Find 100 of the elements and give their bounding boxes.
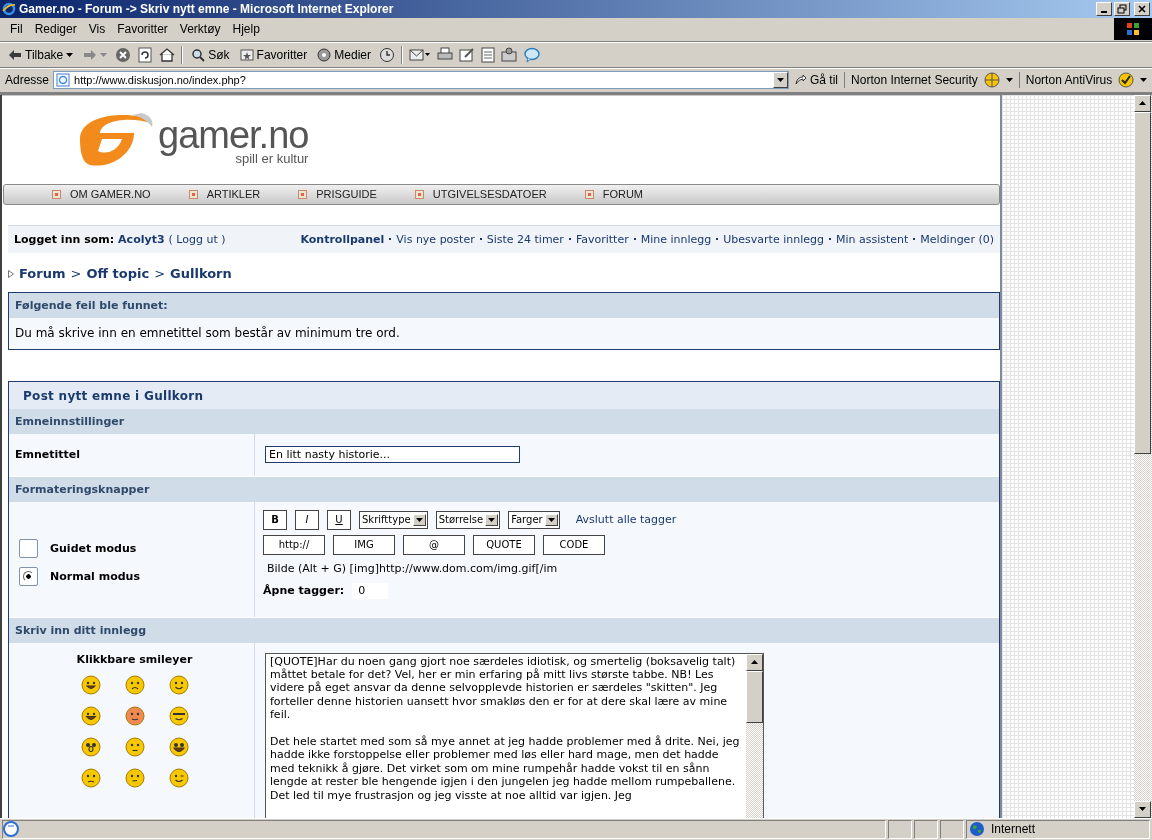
nav-link[interactable]: PRISGUIDE [298,188,415,201]
scroll-thumb[interactable] [746,670,763,723]
menu-item[interactable]: Verktøy [173,22,227,37]
username-link[interactable]: Acolyt3 [118,232,165,246]
smiley-icon[interactable] [168,674,189,695]
window-title: Gamer.no - Forum -> Skriv nytt emne - Microsoft Internet Explorer [19,1,394,16]
open-tags-label: Åpne tagger: [263,584,345,598]
smiley-icon[interactable] [80,767,101,788]
menu-item[interactable]: Vis [82,22,112,37]
search-button[interactable]: Søk [189,48,232,63]
menu-item[interactable]: Favoritter [111,22,174,37]
smiley-icon[interactable] [124,674,145,695]
tag-button[interactable]: QUOTE [473,534,535,555]
refresh-icon[interactable] [137,47,154,64]
breadcrumb-link[interactable]: Off topic [86,266,150,282]
media-button[interactable]: Medier [315,48,373,63]
close-icon [1137,3,1147,14]
smiley-icon[interactable] [80,674,101,695]
dot-separator [479,238,482,241]
maximize-button[interactable] [1114,1,1130,16]
smiley-icon[interactable] [124,767,145,788]
tag-button[interactable]: http:// [263,534,325,555]
nav-link[interactable]: ARTIKLER [188,188,299,201]
scroll-thumb[interactable] [1134,111,1151,454]
status-pane [914,819,938,839]
messenger-icon[interactable] [522,47,541,64]
tag-button[interactable]: CODE [543,534,605,555]
back-arrow-icon [8,49,22,62]
page-icon [56,73,71,88]
scrollbar[interactable] [1134,94,1152,818]
scroll-down-button[interactable] [1134,800,1151,818]
history-icon[interactable] [378,47,395,64]
menu-item[interactable]: Rediger [28,22,83,37]
section-header: Emneinnstillinger [9,408,999,434]
open-tags-field: 0 [352,582,389,599]
smiley-icon[interactable] [80,705,101,726]
stop-icon[interactable] [115,47,132,64]
logout-link[interactable]: ( Logg ut ) [168,232,226,246]
breadcrumb-separator: > [154,266,166,282]
document-icon[interactable] [480,47,495,64]
mode-radio[interactable] [19,566,38,586]
minimize-icon [1101,10,1107,13]
menu-item[interactable]: Fil [4,22,29,37]
nav-link[interactable]: UTGIVELSESDATOER [414,188,585,201]
format-dropdown[interactable]: Skrifttype [359,510,428,529]
home-icon[interactable] [159,47,176,64]
smiley-icon[interactable] [168,736,189,757]
scrollbar[interactable] [746,653,763,818]
norton-security-button[interactable]: Norton Internet Security [844,72,1015,89]
close-button[interactable] [1134,1,1150,16]
dot-separator [828,238,831,241]
tag-button[interactable]: IMG [333,534,395,555]
format-button[interactable]: U [327,509,351,530]
format-button[interactable]: B [263,509,287,530]
smiley-icon[interactable] [80,736,101,757]
dropdown-button[interactable] [773,72,789,89]
go-button[interactable]: Gå til [793,73,841,88]
nav-link[interactable]: FORUM [584,188,681,201]
format-dropdown[interactable]: Størrelse [435,510,501,529]
smiley-icon[interactable] [168,767,189,788]
forward-arrow-icon [83,49,98,62]
nav-link[interactable]: OM GAMER.NO [52,188,189,201]
user-menu-link[interactable]: Ubesvarte innlegg [723,232,824,246]
subject-field[interactable]: En litt nasty historie... [265,446,520,464]
user-menu-link[interactable]: Siste 24 timer [486,232,564,246]
breadcrumb-link[interactable]: Forum [19,266,66,282]
norton-antivirus-button[interactable]: Norton AntiVirus [1018,72,1150,89]
tools-icon[interactable] [500,47,517,64]
user-menu-link[interactable]: Meldinger (0) [920,232,994,246]
back-button[interactable]: Tilbake [6,48,76,63]
smiley-icon[interactable] [124,705,145,726]
up-arrow-icon [751,660,758,665]
minimize-button[interactable] [1096,1,1112,16]
user-menu-link[interactable]: Mine innlegg [640,232,712,246]
breadcrumb-link[interactable]: Gullkorn [170,266,232,282]
user-menu-link[interactable]: Min assistent [835,232,909,246]
message-field[interactable]: [QUOTE]Har du noen gang gjort noe særdeles idiotisk, og smertelig (boksavelig talt) måttet betale for det? Vel, her er min erfaring på mitt livs største tabbe. NB! Les videre på eget ansvar da denne selvopplevde historien er særdeles "skitten". Jeg forteller denne historien uansett hvor smakløs den er for at dere skal lære av mine feil. Det hele startet med som så mye annet at jeg hadde problemer med å drite. Nei, jeg hadde ikke forstoppelse eller problemer med løs eller hard mage, men det hadde med teknikk å gjøre. Det virket som om mine rumpehår hadde vokst til en sånn lengde at rester ble hengende igjen i den jungelen jeg hadde mellom rumpeballene. Det led til mye frustrasjon og jeg visste at noe alltid var igjen. Jeg [265,652,764,818]
address-field[interactable]: http://www.diskusjon.no/index.php? [53,71,790,90]
format-button[interactable]: I [295,509,319,530]
favorites-button[interactable]: Favoritter [237,48,310,63]
user-menu-link[interactable]: Vis nye poster [396,232,475,246]
dot-separator [913,238,916,241]
user-menu-link[interactable]: Favoritter [575,232,629,246]
close-tags-link[interactable]: Avslutt alle tagger [575,513,677,527]
smiley-icon[interactable] [124,736,145,757]
menu-item[interactable]: Hjelp [226,22,266,37]
logo-name: gamer.no [158,117,309,154]
caret-icon [547,517,555,522]
scroll-up-button[interactable] [746,653,763,671]
tag-button[interactable]: @ [403,534,465,555]
format-dropdown[interactable]: Farger [508,510,560,529]
address-label: Adresse [5,73,50,88]
user-menu-link[interactable]: Kontrollpanel [300,232,385,246]
mode-radio[interactable] [19,538,38,558]
edit-icon[interactable] [458,47,475,64]
mail-icon[interactable] [408,47,431,64]
scroll-up-button[interactable] [1134,94,1151,112]
smiley-icon[interactable] [168,705,189,726]
search-icon [191,48,206,63]
globe-icon [969,821,985,838]
